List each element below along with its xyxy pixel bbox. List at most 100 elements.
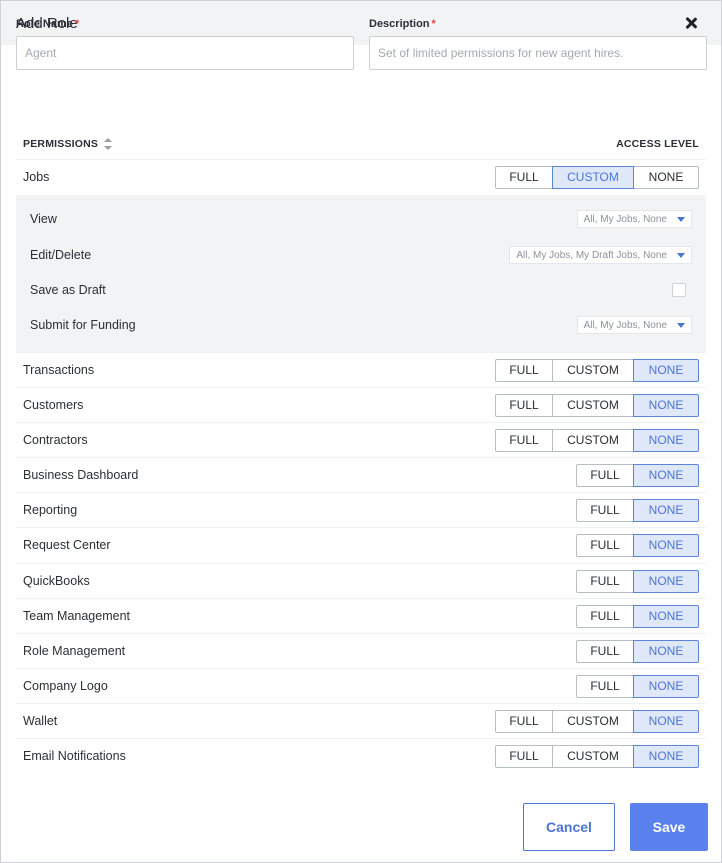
jobs-custom-panel: View All, My Jobs, None Edit/Delete All,… <box>16 195 706 353</box>
access-level-toggle: FULL NONE <box>576 463 699 487</box>
dropdown-value: All, My Jobs, None <box>583 213 667 225</box>
full-option[interactable]: FULL <box>576 463 634 487</box>
permission-label: Wallet <box>23 714 58 728</box>
none-option[interactable]: NONE <box>633 533 699 557</box>
sub-permission-save-draft: Save as Draft <box>30 278 692 302</box>
permission-row-quickbooks: QuickBooks FULL NONE <box>16 563 706 598</box>
permission-row-contractors: Contractors FULL CUSTOM NONE <box>16 422 706 457</box>
full-option[interactable]: FULL <box>576 569 634 593</box>
sub-permission-label: Edit/Delete <box>30 248 92 262</box>
dropdown-value: All, My Jobs, My Draft Jobs, None <box>516 249 667 261</box>
full-option[interactable]: FULL <box>576 533 634 557</box>
permission-row-team-management: Team Management FULL NONE <box>16 598 706 633</box>
custom-option[interactable]: CUSTOM <box>552 393 634 417</box>
full-option[interactable]: FULL <box>576 639 634 663</box>
save-as-draft-checkbox[interactable] <box>672 283 686 297</box>
full-option[interactable]: FULL <box>495 428 553 452</box>
none-option[interactable]: NONE <box>633 358 699 382</box>
permissions-column-header[interactable]: PERMISSIONS <box>23 138 113 151</box>
role-name-input[interactable] <box>16 36 354 70</box>
custom-option[interactable]: CUSTOM <box>552 744 634 768</box>
none-option[interactable]: NONE <box>633 709 699 733</box>
none-option[interactable]: NONE <box>633 744 699 768</box>
required-marker: * <box>74 18 80 30</box>
permissions-header: PERMISSIONS ACCESS LEVEL <box>23 129 699 159</box>
permission-label: Jobs <box>23 170 50 184</box>
permission-row-email-notifications: Email Notifications FULL CUSTOM NONE <box>16 738 706 773</box>
full-option[interactable]: FULL <box>495 709 553 733</box>
access-level-toggle: FULL NONE <box>576 533 699 557</box>
permission-label: Customers <box>23 398 84 412</box>
permission-row-business-dashboard: Business Dashboard FULL NONE <box>16 457 706 492</box>
access-level-toggle: FULL CUSTOM NONE <box>495 165 699 189</box>
permission-label: Request Center <box>23 538 111 552</box>
none-option[interactable]: NONE <box>633 674 699 698</box>
access-level-toggle: FULL CUSTOM NONE <box>495 393 699 417</box>
none-option[interactable]: NONE <box>633 165 699 189</box>
full-option[interactable]: FULL <box>576 498 634 522</box>
caret-down-icon <box>677 322 685 328</box>
dropdown-value: All, My Jobs, None <box>583 319 667 331</box>
permission-label: Contractors <box>23 433 88 447</box>
access-level-toggle: FULL CUSTOM NONE <box>495 358 699 382</box>
permission-label: Company Logo <box>23 679 108 693</box>
permission-label: Transactions <box>23 363 95 377</box>
save-button[interactable]: Save <box>630 803 708 851</box>
description-input[interactable] <box>369 36 707 70</box>
permission-label: Team Management <box>23 609 131 623</box>
permission-row-wallet: Wallet FULL CUSTOM NONE <box>16 703 706 738</box>
access-level-toggle: FULL NONE <box>576 639 699 663</box>
none-option[interactable]: NONE <box>633 428 699 452</box>
sub-permission-label: Submit for Funding <box>30 318 136 332</box>
permission-row-company-logo: Company Logo FULL NONE <box>16 668 706 703</box>
permission-label: Business Dashboard <box>23 468 139 482</box>
access-level-toggle: FULL CUSTOM NONE <box>495 744 699 768</box>
required-marker: * <box>431 18 436 30</box>
sort-icon[interactable] <box>104 138 113 151</box>
none-option[interactable]: NONE <box>633 604 699 628</box>
permission-row-transactions: Transactions FULL CUSTOM NONE <box>16 352 706 387</box>
caret-down-icon <box>677 252 685 258</box>
access-level-toggle: FULL NONE <box>576 604 699 628</box>
permission-row-request-center: Request Center FULL NONE <box>16 527 706 562</box>
sub-permission-label: View <box>30 212 57 226</box>
permission-label: Role Management <box>23 644 126 658</box>
sub-permission-submit-funding: Submit for Funding All, My Jobs, None <box>30 313 692 337</box>
cancel-button[interactable]: Cancel <box>523 803 615 851</box>
none-option[interactable]: NONE <box>633 569 699 593</box>
access-level-toggle: FULL NONE <box>576 569 699 593</box>
custom-option[interactable]: CUSTOM <box>552 358 634 382</box>
permission-label: QuickBooks <box>23 574 90 588</box>
role-name-label: Role Name * <box>16 18 80 30</box>
full-option[interactable]: FULL <box>576 674 634 698</box>
full-option[interactable]: FULL <box>495 165 553 189</box>
access-level-header: ACCESS LEVEL <box>616 138 699 150</box>
full-option[interactable]: FULL <box>495 744 553 768</box>
sub-permission-label: Save as Draft <box>30 283 106 297</box>
full-option[interactable]: FULL <box>495 358 553 382</box>
permission-row-reporting: Reporting FULL NONE <box>16 492 706 527</box>
none-option[interactable]: NONE <box>633 463 699 487</box>
sub-permission-view: View All, My Jobs, None <box>30 207 692 231</box>
none-option[interactable]: NONE <box>633 498 699 522</box>
none-option[interactable]: NONE <box>633 393 699 417</box>
custom-option[interactable]: CUSTOM <box>552 428 634 452</box>
add-role-modal: Add Role Role Name* Description* PERMISS… <box>0 0 722 863</box>
permission-row-role-management: Role Management FULL NONE <box>16 633 706 668</box>
permission-label: Reporting <box>23 503 78 517</box>
full-option[interactable]: FULL <box>495 393 553 417</box>
custom-option[interactable]: CUSTOM <box>552 165 634 189</box>
description-field: Description * <box>369 18 707 70</box>
sub-permission-edit-delete: Edit/Delete All, My Jobs, My Draft Jobs,… <box>30 243 692 267</box>
none-option[interactable]: NONE <box>633 639 699 663</box>
caret-down-icon <box>677 216 685 222</box>
description-label: Description * <box>369 18 436 30</box>
access-level-toggle: FULL CUSTOM NONE <box>495 428 699 452</box>
edit-delete-dropdown[interactable]: All, My Jobs, My Draft Jobs, None <box>509 246 692 264</box>
full-option[interactable]: FULL <box>576 604 634 628</box>
access-level-toggle: FULL NONE <box>576 674 699 698</box>
role-name-field: Role Name * <box>16 18 354 70</box>
submit-funding-dropdown[interactable]: All, My Jobs, None <box>576 316 692 334</box>
view-dropdown[interactable]: All, My Jobs, None <box>576 210 692 228</box>
custom-option[interactable]: CUSTOM <box>552 709 634 733</box>
